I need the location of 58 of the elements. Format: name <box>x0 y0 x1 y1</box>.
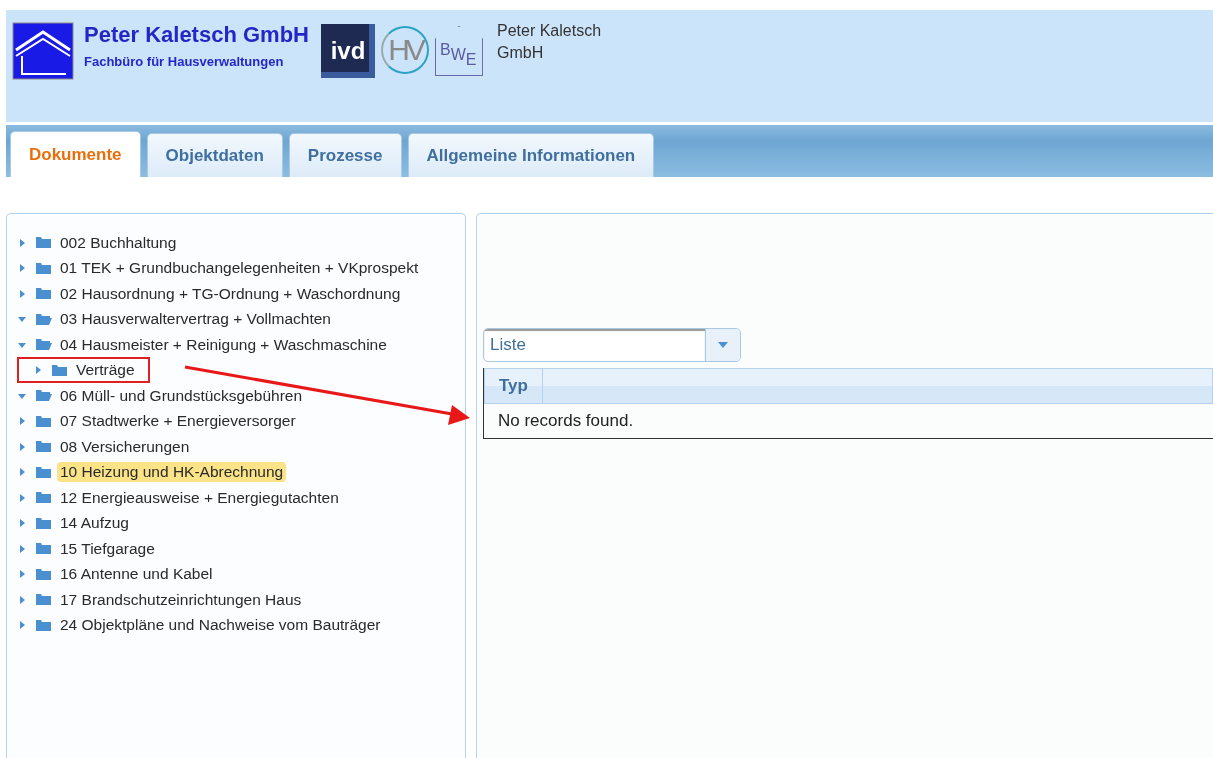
folder-label[interactable]: 24 Objektpläne und Nachweise vom Bauträger <box>57 615 384 636</box>
folder-icon <box>35 414 52 428</box>
view-select[interactable]: Liste <box>483 328 741 362</box>
column-header[interactable]: Typ <box>485 369 543 403</box>
folder-label[interactable]: 02 Hausordnung + TG-Ordnung + Waschordnung <box>57 283 404 304</box>
tab[interactable]: Objektdaten <box>146 133 283 177</box>
folder-icon <box>35 516 52 530</box>
caret-right-icon[interactable] <box>17 416 27 427</box>
house-logo-icon <box>12 22 74 80</box>
folder-icon <box>51 363 68 377</box>
folder-label[interactable]: 17 Brandschutzeinrichtungen Haus <box>57 589 305 610</box>
folder-icon <box>35 389 52 403</box>
caret-right-icon[interactable] <box>17 543 27 554</box>
company-name: Peter Kaletsch GmbH <box>84 22 309 48</box>
folder-icon <box>35 491 52 505</box>
folder-icon <box>35 312 52 326</box>
folder-icon <box>35 618 52 632</box>
folder-icon <box>35 542 52 556</box>
folder-icon <box>35 567 52 581</box>
caret-right-icon[interactable] <box>17 467 27 478</box>
folder-label[interactable]: 12 Energieausweise + Energiegutachten <box>57 487 342 508</box>
caret-right-icon[interactable] <box>17 492 27 503</box>
folder-label[interactable]: 01 TEK + Grundbuchangelegenheiten + VKprospekt <box>57 258 422 279</box>
caret-right-icon[interactable] <box>17 263 27 274</box>
folder-icon <box>35 287 52 301</box>
folder-icon <box>35 236 52 250</box>
ivd-logo: ivd <box>320 24 375 78</box>
folder-label[interactable]: 03 Hausverwaltervertrag + Vollmachten <box>57 309 334 330</box>
folder-label[interactable]: 08 Versicherungen <box>57 436 193 457</box>
caret-right-icon[interactable] <box>17 594 27 605</box>
caret-down-icon <box>718 342 728 348</box>
folder-icon <box>35 261 52 275</box>
caret-right-icon[interactable] <box>17 288 27 299</box>
folder-icon <box>35 440 52 454</box>
empty-message: No records found. <box>484 404 1213 439</box>
folder-label[interactable]: 06 Müll- und Grundstücksgebühren <box>57 385 306 406</box>
folder-icon <box>35 338 52 352</box>
folder-icon <box>35 465 52 479</box>
caret-right-icon[interactable] <box>17 620 27 631</box>
user-name: Peter Kaletsch GmbH <box>496 21 603 63</box>
folder-label[interactable]: 07 Stadtwerke + Energieversorger <box>57 411 299 432</box>
folder-label[interactable]: 002 Buchhaltung <box>57 232 180 253</box>
caret-right-icon[interactable] <box>17 237 27 248</box>
folder-label[interactable]: 04 Hausmeister + Reinigung + Waschmaschine <box>57 334 390 355</box>
folder-label[interactable]: 15 Tiefgarage <box>57 538 158 559</box>
folder-label[interactable]: 16 Antenne und Kabel <box>57 564 216 585</box>
caret-right-icon[interactable] <box>17 518 27 529</box>
caret-right-icon[interactable] <box>33 365 43 376</box>
hv-logo: HV <box>380 26 429 74</box>
tab[interactable]: Prozesse <box>288 133 402 177</box>
folder-label[interactable]: 10 Heizung und HK-Abrechnung <box>57 462 287 483</box>
folder-label[interactable]: 14 Aufzug <box>57 513 132 534</box>
caret-right-icon[interactable] <box>17 441 27 452</box>
folder-icon <box>35 593 52 607</box>
tab[interactable]: Allgemeine Informationen <box>407 133 655 177</box>
company-subtitle: Fachbüro für Hausverwaltungen <box>84 54 285 69</box>
caret-right-icon[interactable] <box>17 569 27 580</box>
folder-label[interactable]: Verträge <box>73 360 138 381</box>
